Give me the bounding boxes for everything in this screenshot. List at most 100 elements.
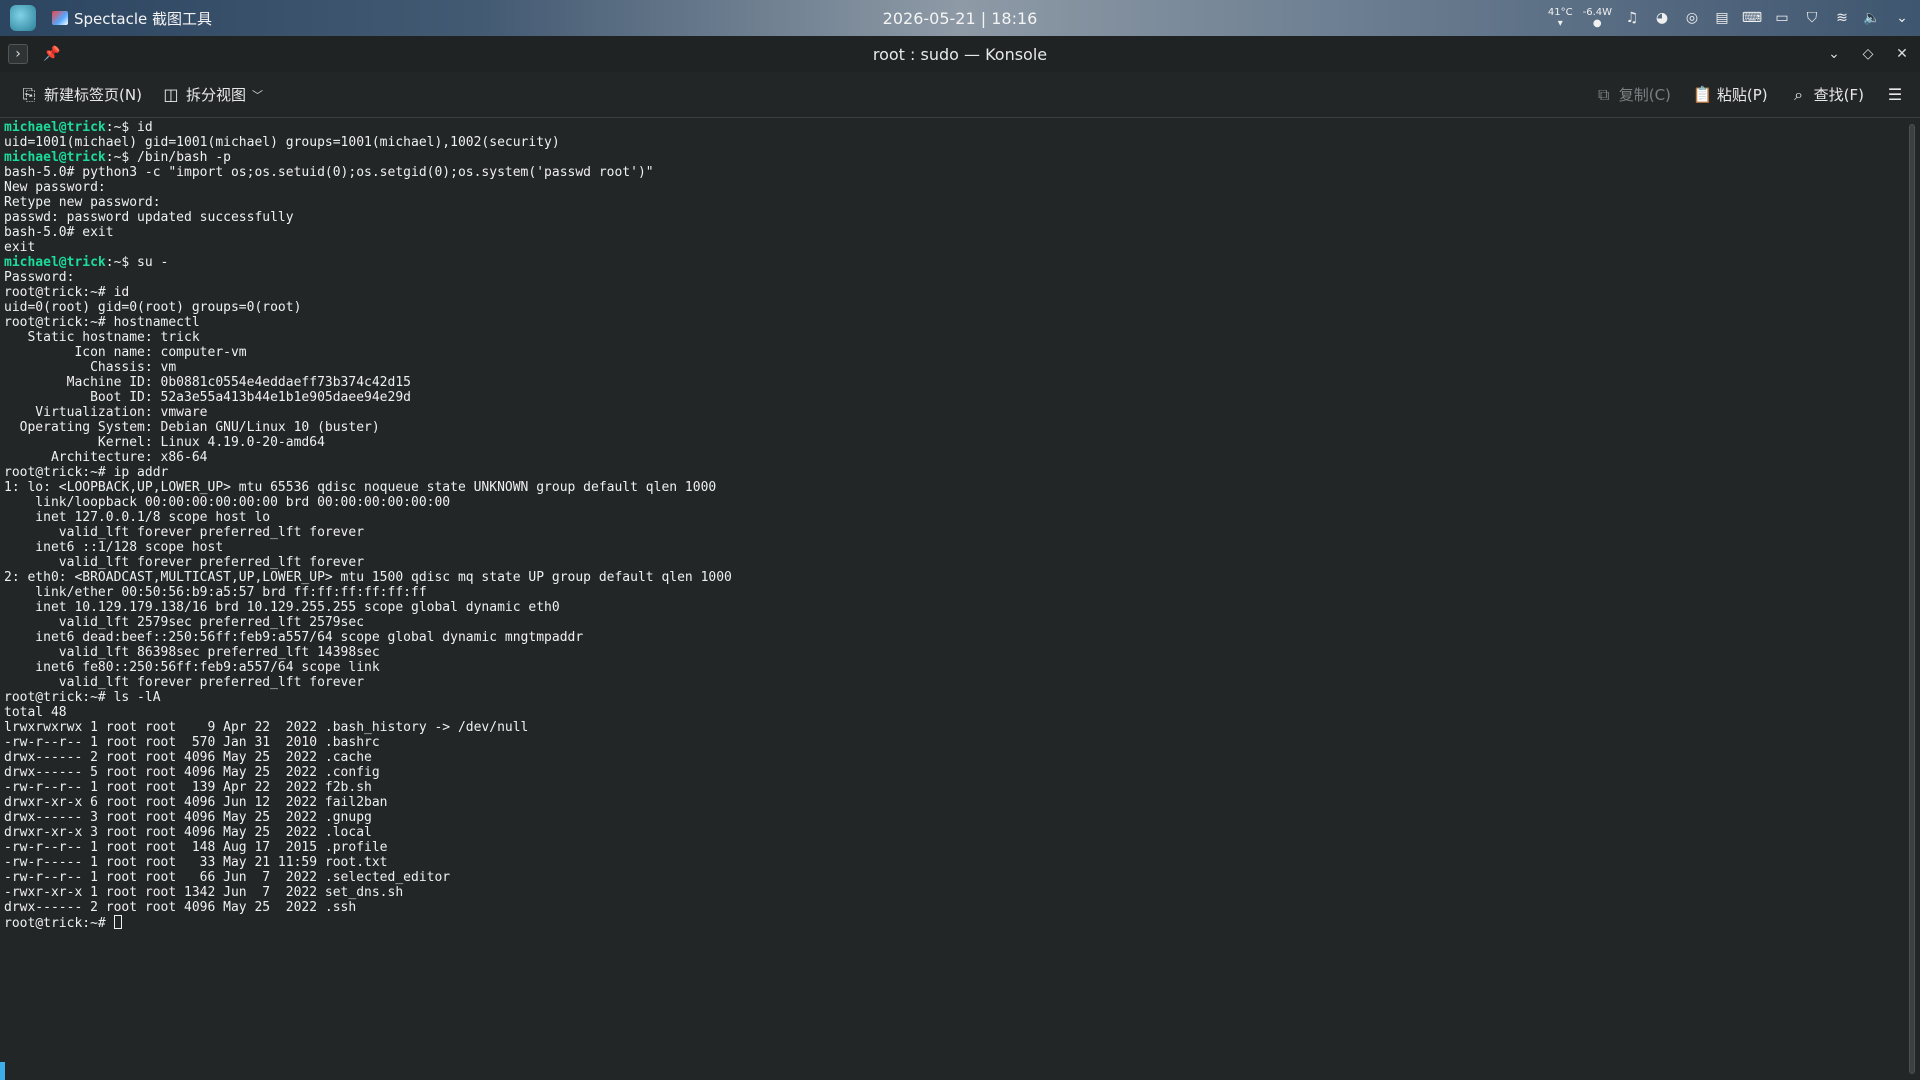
terminal-line: Boot ID: 52a3e55a413b44e1b1e905daee94e29…: [4, 390, 732, 405]
output-text: Kernel: Linux 4.19.0-20-amd64: [4, 435, 325, 450]
new-tab-button[interactable]: ⎘ 新建标签页(N): [10, 78, 152, 112]
terminal-view[interactable]: michael@trick:~$ id uid=1001(michael) gid…: [0, 118, 1900, 1080]
terminal-line: Machine ID: 0b0881c0554e4eddaeff73b374c4…: [4, 375, 732, 390]
terminal-line: inet6 ::1/128 scope host: [4, 540, 732, 555]
terminal-line: lrwxrwxrwx 1 root root 9 Apr 22 2022 .ba…: [4, 720, 732, 735]
terminal-line: Retype new password:: [4, 195, 732, 210]
app-launcher-icon[interactable]: [10, 5, 36, 31]
output-text: valid_lft forever preferred_lft forever: [4, 525, 365, 540]
output-text: Chassis: vm: [4, 360, 177, 375]
chevron-down-icon[interactable]: ﹀: [252, 87, 263, 103]
terminal-line: New password:: [4, 180, 732, 195]
paste-label: 粘贴(P): [1716, 86, 1768, 104]
color-picker-icon[interactable]: ◕: [1652, 8, 1672, 28]
notification-bell-icon[interactable]: ♫: [1622, 8, 1642, 28]
terminal-line: Password:: [4, 270, 732, 285]
scrollbar-thumb[interactable]: [1909, 124, 1915, 1074]
volume-icon[interactable]: 🔈: [1862, 8, 1882, 28]
terminal-line: 1: lo: <LOOPBACK,UP,LOWER_UP> mtu 65536 …: [4, 480, 732, 495]
terminal-line: root@trick:~# ls -lA: [4, 690, 732, 705]
output-text: inet6 fe80::250:56ff:feb9:a557/64 scope …: [4, 660, 380, 675]
output-text: root@trick:~# hostnamectl: [4, 315, 200, 330]
display-icon[interactable]: ▭: [1772, 8, 1792, 28]
output-text: drwx------ 2 root root 4096 May 25 2022 …: [4, 900, 357, 915]
terminal-line: Static hostname: trick: [4, 330, 732, 345]
window-titlebar[interactable]: › 📌 root : sudo — Konsole ⌄ ◇ ✕: [0, 36, 1920, 72]
output-text: Operating System: Debian GNU/Linux 10 (b…: [4, 420, 380, 435]
terminal-line: drwxr-xr-x 6 root root 4096 Jun 12 2022 …: [4, 795, 732, 810]
find-label: 查找(F): [1813, 86, 1864, 104]
expand-tray-icon[interactable]: ⌄: [1892, 8, 1912, 28]
clipboard-icon[interactable]: ▤: [1712, 8, 1732, 28]
terminal-line: inet6 dead:beef::250:56ff:feb9:a557/64 s…: [4, 630, 732, 645]
terminal-line: inet 127.0.0.1/8 scope host lo: [4, 510, 732, 525]
output-text: valid_lft 86398sec preferred_lft 14398se…: [4, 645, 380, 660]
terminal-line: Architecture: x86-64: [4, 450, 732, 465]
window-menu-icon[interactable]: ›: [8, 44, 28, 64]
search-icon: ⌕: [1794, 84, 1804, 104]
terminal-line: bash-5.0# python3 -c "import os;os.setui…: [4, 165, 732, 180]
output-text: valid_lft forever preferred_lft forever: [4, 675, 365, 690]
spectacle-icon: [52, 11, 68, 25]
pin-icon[interactable]: 📌: [42, 44, 62, 64]
split-view-icon: ◫: [163, 85, 179, 104]
wifi-icon[interactable]: ≋: [1832, 8, 1852, 28]
text-cursor: [113, 915, 122, 929]
close-button[interactable]: ✕: [1892, 44, 1912, 64]
output-text: Architecture: x86-64: [4, 450, 208, 465]
split-view-button[interactable]: ◫ 拆分视图 ﹀: [152, 78, 273, 112]
terminal-line: -rw-r--r-- 1 root root 570 Jan 31 2010 .…: [4, 735, 732, 750]
terminal-line: inet 10.129.179.138/16 brd 10.129.255.25…: [4, 600, 732, 615]
sensor-readout[interactable]: 41°C ▾: [1548, 7, 1573, 29]
output-text: Boot ID: 52a3e55a413b44e1b1e905daee94e29…: [4, 390, 411, 405]
output-text: link/loopback 00:00:00:00:00:00 brd 00:0…: [4, 495, 451, 510]
terminal-scrollbar[interactable]: [1908, 124, 1916, 1076]
output-text: inet 127.0.0.1/8 scope host lo: [4, 510, 271, 525]
sensor-readout[interactable]: -6.4W ●: [1583, 7, 1612, 29]
output-text: root@trick:~#: [4, 916, 114, 931]
active-app-indicator[interactable]: Spectacle 截图工具: [52, 8, 212, 29]
terminal-line: exit: [4, 240, 732, 255]
output-text: drwx------ 2 root root 4096 May 25 2022 …: [4, 750, 372, 765]
terminal-line: uid=0(root) gid=0(root) groups=0(root): [4, 300, 732, 315]
terminal-line: 2: eth0: <BROADCAST,MULTICAST,UP,LOWER_U…: [4, 570, 732, 585]
paste-button[interactable]: 📋 粘贴(P): [1683, 78, 1778, 112]
ring-app-icon[interactable]: ◎: [1682, 8, 1702, 28]
hamburger-menu-button[interactable]: ☰: [1876, 78, 1914, 112]
output-text: -rw-r--r-- 1 root root 139 Apr 22 2022 f…: [4, 780, 372, 795]
terminal-line: valid_lft 86398sec preferred_lft 14398se…: [4, 645, 732, 660]
window-title: root : sudo — Konsole: [872, 44, 1048, 64]
terminal-line: Kernel: Linux 4.19.0-20-amd64: [4, 435, 732, 450]
shield-icon[interactable]: ⛉: [1802, 8, 1822, 28]
terminal-line: valid_lft forever preferred_lft forever: [4, 555, 732, 570]
copy-button[interactable]: ⧉ 复制(C): [1585, 78, 1681, 112]
terminal-line: root@trick:~# id: [4, 285, 732, 300]
terminal-line: root@trick:~#: [4, 915, 732, 931]
prompt-user-host: michael@trick: [4, 255, 106, 270]
terminal-line: -rw-r--r-- 1 root root 139 Apr 22 2022 f…: [4, 780, 732, 795]
terminal-output[interactable]: michael@trick:~$ id uid=1001(michael) gid…: [4, 120, 732, 931]
output-text: Static hostname: trick: [4, 330, 200, 345]
command-text: :~$ id: [105, 120, 153, 135]
keyboard-icon[interactable]: ⌨: [1742, 8, 1762, 28]
terminal-line: Virtualization: vmware: [4, 405, 732, 420]
minimize-button[interactable]: ⌄: [1824, 44, 1844, 64]
output-text: lrwxrwxrwx 1 root root 9 Apr 22 2022 .ba…: [4, 720, 529, 735]
output-text: Machine ID: 0b0881c0554e4eddaeff73b374c4…: [4, 375, 411, 390]
terminal-line: valid_lft forever preferred_lft forever: [4, 525, 732, 540]
terminal-line: drwx------ 2 root root 4096 May 25 2022 …: [4, 750, 732, 765]
terminal-line: michael@trick:~$ id: [4, 120, 732, 135]
copy-icon: ⧉: [1598, 84, 1610, 104]
output-text: -rw-r--r-- 1 root root 148 Aug 17 2015 .…: [4, 840, 388, 855]
output-text: uid=1001(michael) gid=1001(michael) grou…: [4, 135, 560, 150]
output-text: Icon name: computer-vm: [4, 345, 247, 360]
maximize-button[interactable]: ◇: [1858, 44, 1878, 64]
terminal-line: valid_lft forever preferred_lft forever: [4, 675, 732, 690]
output-text: root@trick:~# ls -lA: [4, 690, 161, 705]
output-text: -rw-r----- 1 root root 33 May 21 11:59 r…: [4, 855, 388, 870]
find-button[interactable]: ⌕ 查找(F): [1780, 78, 1874, 112]
sensor-value: -6.4W: [1582, 7, 1612, 18]
output-text: root@trick:~# ip addr: [4, 465, 169, 480]
output-text: Retype new password:: [4, 195, 161, 210]
output-text: total 48: [4, 705, 67, 720]
